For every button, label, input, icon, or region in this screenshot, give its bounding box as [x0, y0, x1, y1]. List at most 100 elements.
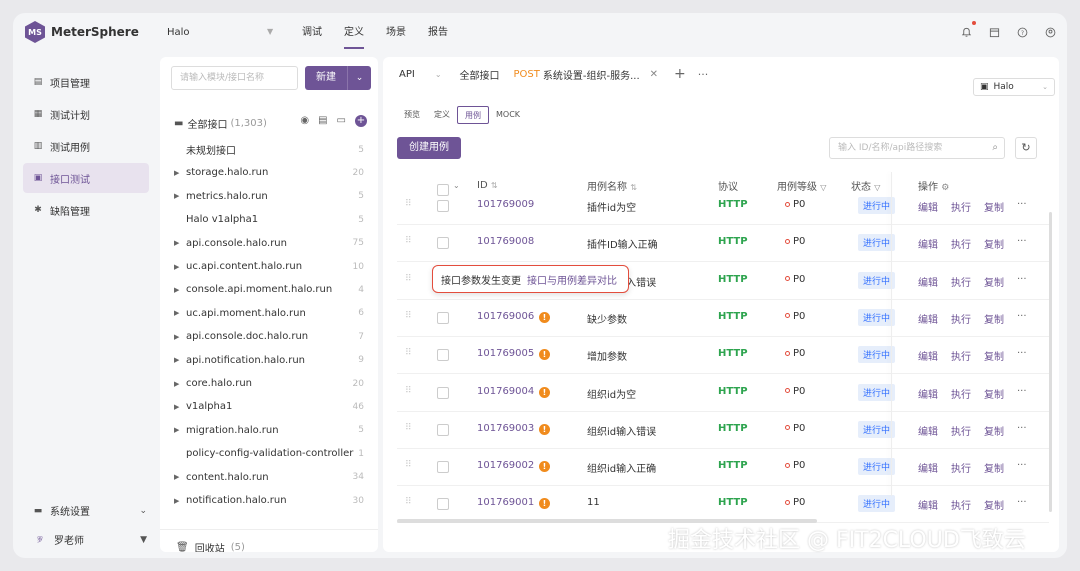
case-id[interactable]: 101769002 [477, 460, 534, 471]
copy-button[interactable]: 复制 [984, 274, 1004, 289]
copy-button[interactable]: 复制 [984, 311, 1004, 326]
environment-select[interactable]: ▣ Halo ⌄ [973, 78, 1055, 96]
caret-right-icon[interactable]: ▶ [174, 356, 186, 364]
table-row[interactable]: ⠿ 101769006 缺少参数 HTTP 进行中 编辑 执行 复制 ··· P0! [397, 300, 1049, 337]
tab-definition[interactable]: 定义 [427, 106, 457, 124]
recycle-bin[interactable]: 🗑 回收站 (5) [176, 540, 245, 552]
case-id[interactable]: 101769003 [477, 423, 534, 434]
case-name[interactable]: 插件ID输入正确 [587, 236, 658, 251]
run-button[interactable]: 执行 [951, 236, 971, 251]
more-icon[interactable]: ··· [698, 68, 709, 81]
warning-icon[interactable]: ! [539, 423, 550, 435]
caret-right-icon[interactable]: ▶ [174, 286, 186, 294]
copy-button[interactable]: 复制 [984, 199, 1004, 214]
caret-right-icon[interactable]: ▶ [174, 426, 186, 434]
row-checkbox[interactable] [437, 386, 449, 399]
protocol-select[interactable]: API [399, 69, 415, 80]
tree-node[interactable]: ▶ storage.halo.run 20 [174, 161, 370, 184]
drag-handle-icon[interactable]: ⠿ [405, 236, 412, 246]
nav-api-test[interactable]: ▣ 接口测试 [23, 163, 149, 193]
tree-node[interactable]: ▶ notification.halo.run 30 [174, 489, 370, 512]
run-button[interactable]: 执行 [951, 423, 971, 438]
warning-icon[interactable]: ! [539, 461, 550, 473]
table-row[interactable]: ⠿ 101769009 插件id为空 HTTP 进行中 编辑 执行 复制 ··· P0 [397, 188, 1049, 225]
nav-bug-management[interactable]: ✱ 缺陷管理 [23, 195, 149, 225]
tree-node[interactable]: ▶ api.notification.halo.run 9 [174, 349, 370, 372]
copy-button[interactable]: 复制 [984, 386, 1004, 401]
tab-all-apis[interactable]: 全部接口 [460, 67, 500, 82]
user-circle-icon[interactable] [1043, 25, 1057, 39]
eye-icon[interactable]: ◉ [300, 115, 309, 127]
logo[interactable]: MS MeterSphere [25, 21, 139, 43]
nav-project-management[interactable]: ▤ 项目管理 [23, 67, 149, 97]
table-row[interactable]: ⠿ 101769005 增加参数 HTTP 进行中 编辑 执行 复制 ··· P0! [397, 337, 1049, 375]
tree-node[interactable]: ▶ core.halo.run 20 [174, 372, 370, 395]
new-button[interactable]: 新建 [305, 66, 347, 90]
drag-handle-icon[interactable]: ⠿ [405, 311, 412, 321]
drag-handle-icon[interactable]: ⠿ [405, 386, 412, 396]
copy-button[interactable]: 复制 [984, 236, 1004, 251]
edit-button[interactable]: 编辑 [918, 497, 938, 512]
table-row[interactable]: ⠿ 101769001 11 HTTP 进行中 编辑 执行 复制 ··· P0! [397, 486, 1049, 524]
case-name[interactable]: 组织id输入错误 [587, 423, 656, 438]
new-dropdown-toggle[interactable]: ⌄ [347, 66, 371, 90]
more-icon[interactable]: ··· [1017, 236, 1027, 247]
edit-button[interactable]: 编辑 [918, 423, 938, 438]
tab-preview[interactable]: 预览 [397, 106, 427, 124]
edit-button[interactable]: 编辑 [918, 236, 938, 251]
row-checkbox[interactable] [437, 311, 449, 324]
drag-handle-icon[interactable]: ⠿ [405, 423, 412, 433]
add-tab-icon[interactable]: + [674, 66, 686, 82]
case-id[interactable]: 101769005 [477, 348, 534, 359]
case-name[interactable]: 增加参数 [587, 348, 627, 363]
tree-node[interactable]: ▶ api.console.halo.run 75 [174, 232, 370, 255]
topnav-definition[interactable]: 定义 [333, 13, 375, 53]
drag-handle-icon[interactable]: ⠿ [405, 348, 412, 358]
drag-handle-icon[interactable]: ⠿ [405, 274, 412, 284]
caret-right-icon[interactable]: ▶ [174, 403, 186, 411]
case-id[interactable]: 101769001 [477, 497, 534, 508]
caret-right-icon[interactable]: ▶ [174, 263, 186, 271]
caret-right-icon[interactable]: ▶ [174, 239, 186, 247]
case-id[interactable]: 101769009 [477, 199, 534, 210]
row-checkbox[interactable] [437, 498, 449, 511]
case-name[interactable]: 组织id输入正确 [587, 460, 656, 475]
tree-node[interactable]: ▶ content.halo.run 34 [174, 466, 370, 489]
more-icon[interactable]: ··· [1017, 497, 1027, 508]
warning-icon[interactable]: ! [539, 349, 550, 361]
layout-icon[interactable]: ▤ [318, 115, 327, 127]
tab-request[interactable]: POST 系统设置-组织-服务... ✕ [514, 67, 659, 82]
case-id[interactable]: 101769006 [477, 311, 534, 322]
more-icon[interactable]: ··· [1017, 423, 1027, 434]
vertical-scrollbar[interactable] [1049, 212, 1052, 512]
more-icon[interactable]: ··· [1017, 460, 1027, 471]
drag-handle-icon[interactable]: ⠿ [405, 199, 412, 209]
row-checkbox[interactable] [437, 200, 449, 212]
caret-right-icon[interactable]: ▶ [174, 309, 186, 317]
run-button[interactable]: 执行 [951, 460, 971, 475]
copy-button[interactable]: 复制 [984, 348, 1004, 363]
calendar-icon[interactable] [987, 25, 1001, 39]
case-id[interactable]: 101769008 [477, 236, 534, 247]
tab-cases[interactable]: 用例 [457, 106, 489, 124]
tree-node[interactable]: ▶ uc.api.content.halo.run 10 [174, 255, 370, 278]
chevron-down-icon[interactable]: ⌄ [435, 70, 442, 79]
copy-button[interactable]: 复制 [984, 497, 1004, 512]
run-button[interactable]: 执行 [951, 311, 971, 326]
caret-right-icon[interactable]: ▶ [174, 380, 186, 388]
caret-right-icon[interactable]: ▶ [174, 473, 186, 481]
case-search-input[interactable]: 输入 ID/名称/api路径搜索 ⌕ [829, 137, 1005, 159]
drag-handle-icon[interactable]: ⠿ [405, 460, 412, 470]
add-module-icon[interactable]: + [355, 115, 367, 127]
tree-node[interactable]: ▶ v1alpha1 46 [174, 395, 370, 418]
copy-button[interactable]: 复制 [984, 423, 1004, 438]
more-icon[interactable]: ··· [1017, 199, 1027, 210]
tree-node[interactable]: Halo v1alpha1 5 [174, 208, 370, 231]
tab-mock[interactable]: MOCK [489, 106, 527, 124]
run-button[interactable]: 执行 [951, 274, 971, 289]
run-button[interactable]: 执行 [951, 348, 971, 363]
drag-handle-icon[interactable]: ⠿ [405, 497, 412, 507]
row-checkbox[interactable] [437, 349, 449, 362]
edit-button[interactable]: 编辑 [918, 386, 938, 401]
table-row[interactable]: ⠿ 101769004 组织id为空 HTTP 进行中 编辑 执行 复制 ··· P0! [397, 375, 1049, 412]
